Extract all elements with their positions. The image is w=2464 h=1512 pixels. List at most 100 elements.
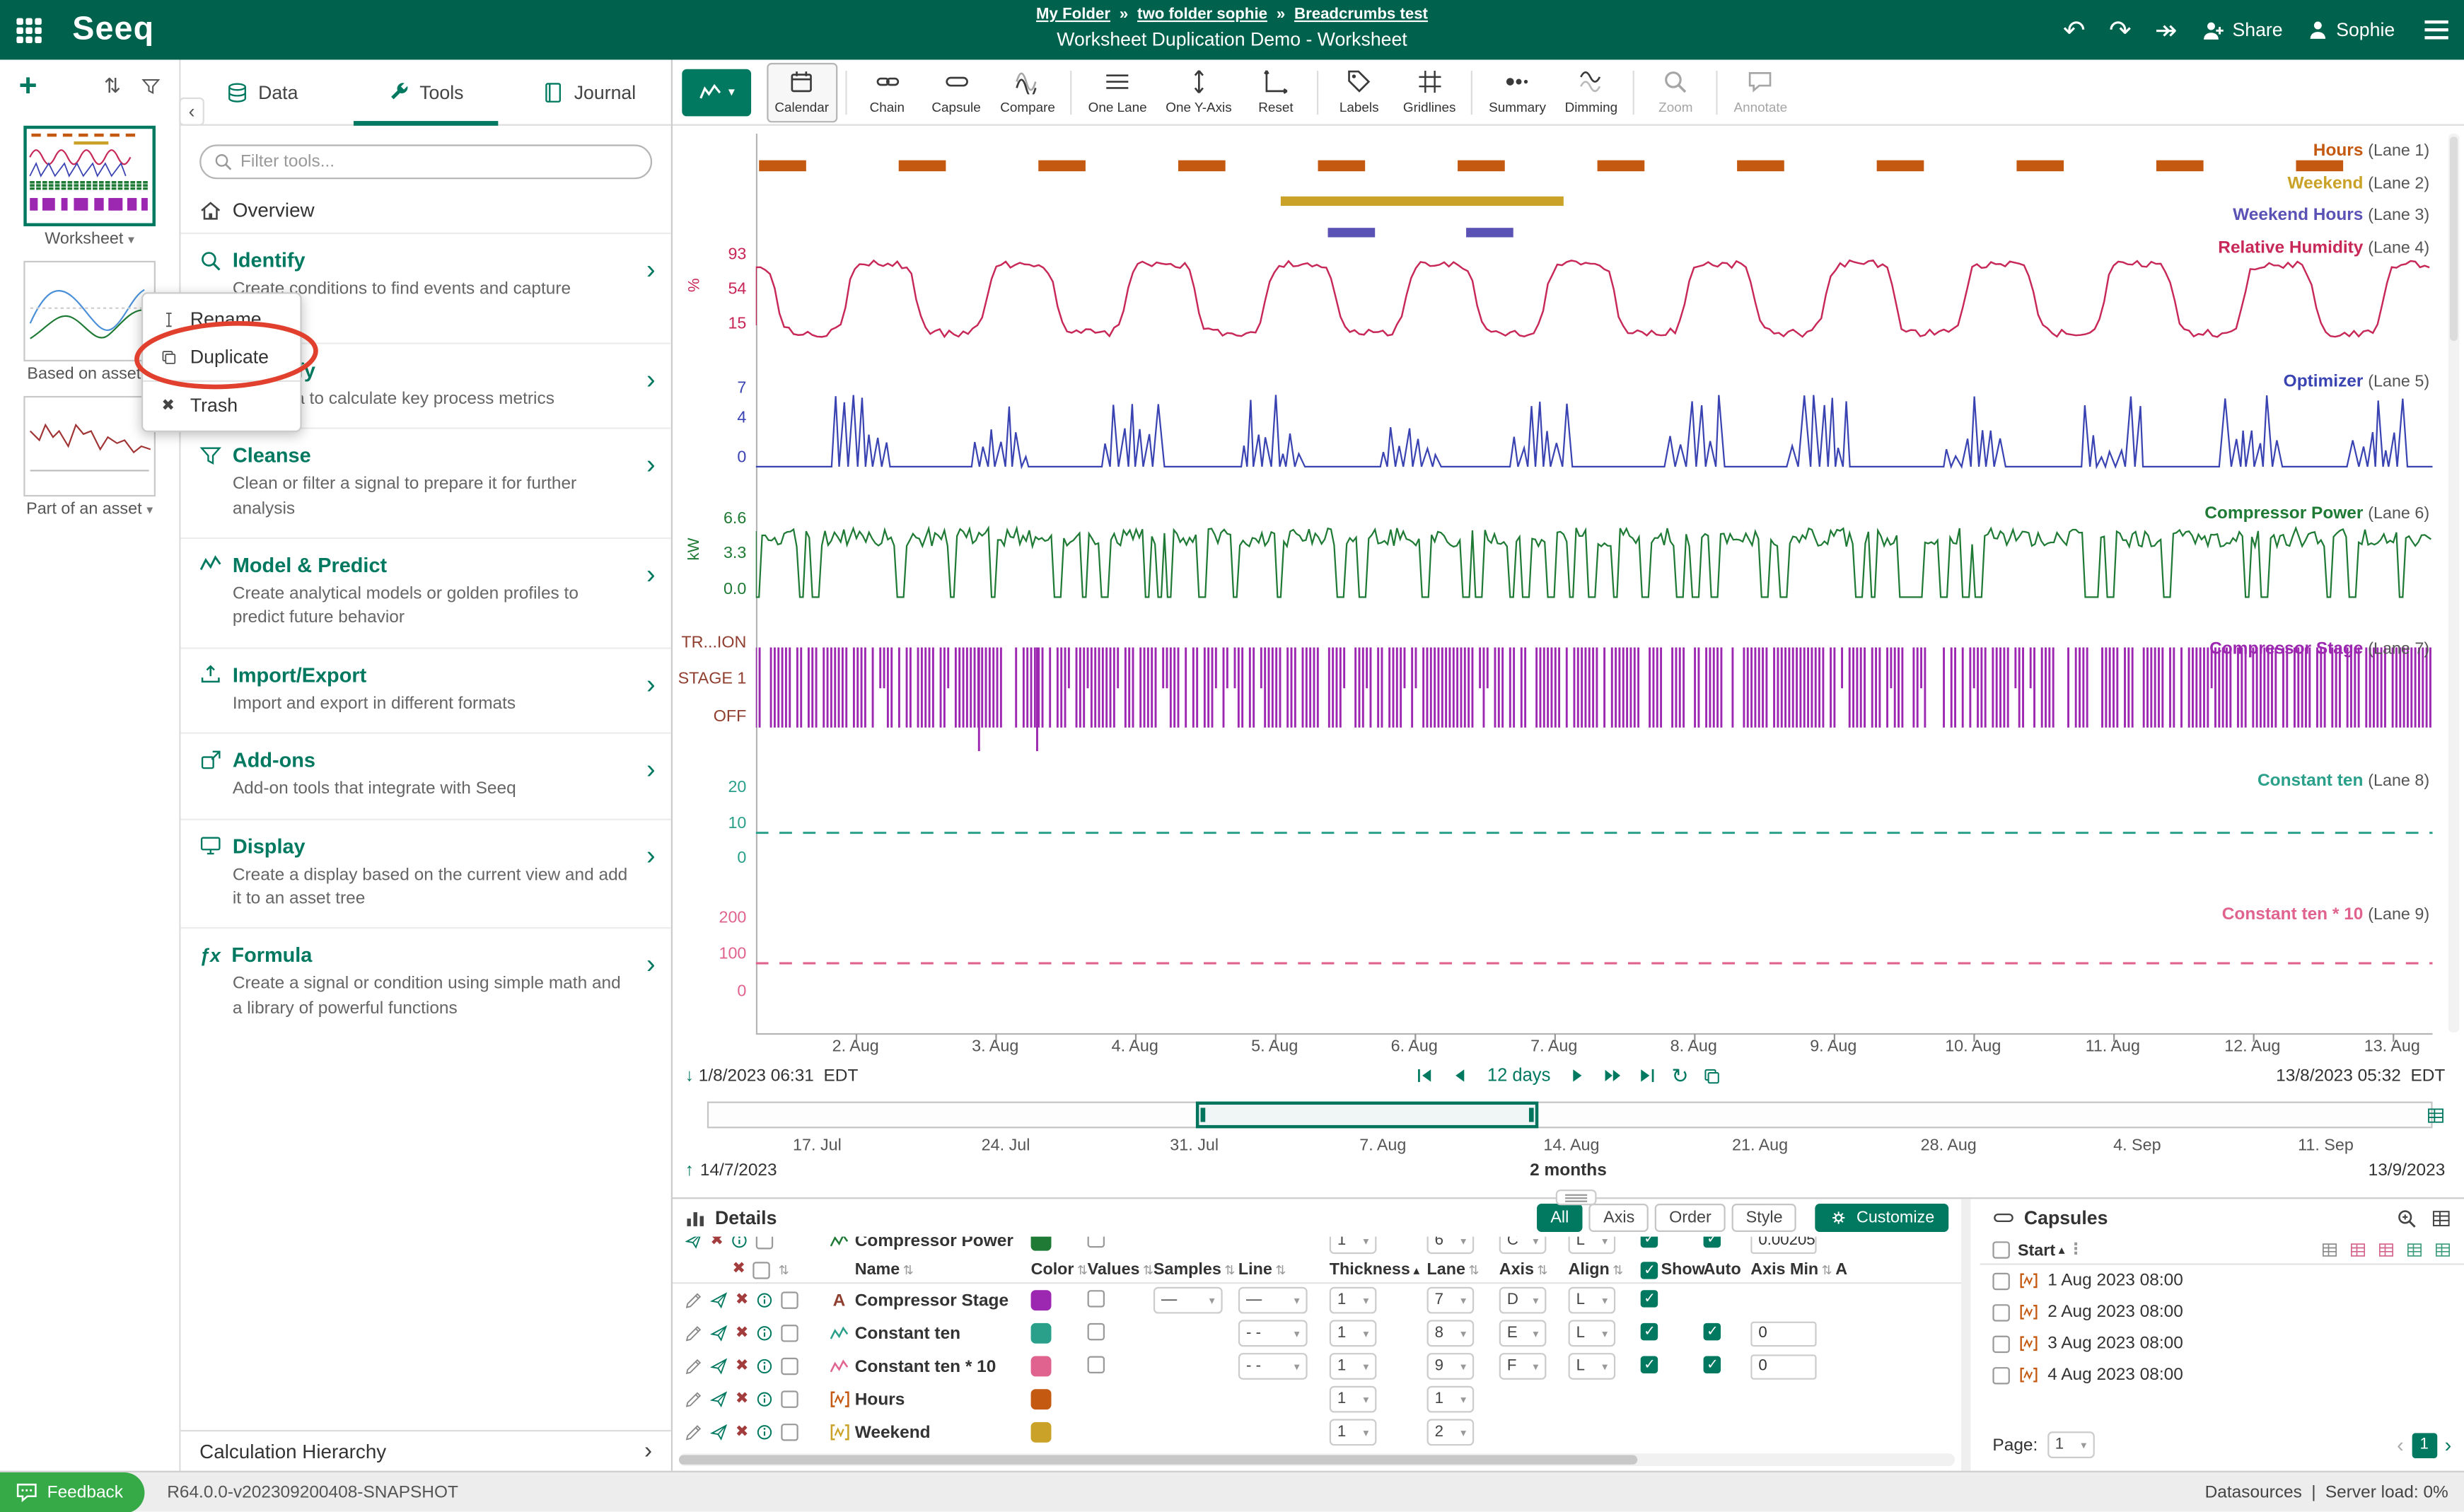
remove-icon[interactable]: ✖ — [736, 1293, 749, 1308]
capsule-row[interactable]: 4 Aug 2023 08:00 — [1980, 1359, 2464, 1390]
lane-label-compressor-power[interactable]: Compressor Power (Lane 6) — [2204, 504, 2429, 523]
copy-range-icon[interactable] — [1703, 1066, 1722, 1086]
column-color[interactable]: Color — [1025, 1260, 1088, 1279]
column-show[interactable]: Show — [1641, 1260, 1704, 1279]
tool-cleanse[interactable]: Cleanse Clean or filter a signal to prep… — [181, 428, 671, 537]
edit-icon[interactable] — [685, 1390, 702, 1407]
values-checkbox[interactable] — [1088, 1237, 1105, 1247]
add-column-icon[interactable] — [2321, 1241, 2338, 1258]
values-checkbox[interactable] — [1088, 1355, 1105, 1372]
lane-label-weekend-hours[interactable]: Weekend Hours (Lane 3) — [2233, 206, 2429, 225]
column-start[interactable]: Start▴⋮ — [2018, 1240, 2084, 1260]
show-checkbox[interactable] — [1641, 1355, 1658, 1372]
item-name[interactable]: Hours — [855, 1390, 1025, 1409]
current-page[interactable]: 1 — [2412, 1432, 2437, 1458]
lane-select[interactable]: 6 — [1427, 1237, 1475, 1254]
item-name[interactable]: Weekend — [855, 1423, 1025, 1442]
thickness-select[interactable]: 1 — [1330, 1237, 1377, 1254]
edit-icon[interactable] — [685, 1325, 702, 1342]
column-menu-icon[interactable]: ⋮ — [2068, 1241, 2084, 1258]
signal-stats-column-icon[interactable] — [2378, 1241, 2395, 1258]
column-line[interactable]: Line — [1238, 1260, 1330, 1279]
info-icon[interactable] — [757, 1424, 774, 1441]
edit-icon[interactable] — [685, 1291, 702, 1308]
lane-label-weekend[interactable]: Weekend (Lane 2) — [2288, 175, 2430, 194]
details-row-constant-ten[interactable]: ✖ Constant ten - - 1 8 E L 0 — [673, 1317, 1961, 1350]
column-axis-min[interactable]: Axis Min — [1750, 1260, 1835, 1279]
lane-select[interactable]: 2 — [1427, 1419, 1475, 1446]
item-name[interactable]: Compressor Power — [855, 1237, 1025, 1250]
selection-handle-left[interactable] — [1201, 1107, 1206, 1122]
select-all-capsules-checkbox[interactable] — [1992, 1241, 2009, 1258]
values-checkbox[interactable] — [1088, 1289, 1105, 1306]
collapse-sidebar-button[interactable]: ‹ — [179, 98, 204, 126]
lane-label-compressor-stage[interactable]: Compressor Stage (Lane 7) — [2209, 639, 2429, 658]
toolbar-zoom-button[interactable]: Zoom — [1643, 62, 1709, 122]
column-axis[interactable]: Axis — [1499, 1260, 1569, 1279]
worksheet-thumbnail-3[interactable] — [23, 396, 156, 496]
capsule-row[interactable]: 2 Aug 2023 08:00 — [1980, 1296, 2464, 1327]
capsule-checkbox[interactable] — [1992, 1335, 2009, 1352]
details-row-constant-ten-x10[interactable]: ✖ Constant ten * 10 - - 1 9 F L 0 — [673, 1350, 1961, 1383]
toolbar-chain-button[interactable]: Chain — [854, 62, 920, 122]
column-auto[interactable]: Auto — [1704, 1260, 1751, 1279]
condition-column-icon[interactable] — [2434, 1241, 2451, 1258]
color-chip[interactable] — [1031, 1389, 1052, 1409]
capsule-checkbox[interactable] — [1992, 1303, 2009, 1320]
info-icon[interactable] — [757, 1358, 774, 1375]
column-lane[interactable]: Lane — [1427, 1260, 1499, 1279]
tool-formula[interactable]: ƒxFormula Create a signal or condition u… — [181, 928, 671, 1037]
range-start[interactable]: ↓ 1/8/2023 06:31 EDT — [685, 1067, 859, 1086]
tool-add-ons[interactable]: Add-ons Add-on tools that integrate with… — [181, 733, 671, 818]
condition-column-icon[interactable] — [2406, 1241, 2423, 1258]
overview-duration[interactable]: 2 months — [1530, 1161, 1607, 1180]
tool-display[interactable]: Display Create a display based on the cu… — [181, 818, 671, 928]
refresh-icon[interactable]: ↻ — [1671, 1065, 1688, 1086]
undo-icon[interactable]: ↶ — [2063, 16, 2086, 43]
view-axis-button[interactable]: Axis — [1589, 1204, 1649, 1232]
toolbar-summary-button[interactable]: Summary — [1481, 62, 1554, 122]
toolbar-annotate-button[interactable]: Annotate — [1726, 62, 1795, 122]
color-chip[interactable] — [1031, 1356, 1052, 1377]
color-chip[interactable] — [1031, 1422, 1052, 1443]
info-icon[interactable] — [731, 1237, 748, 1250]
zoom-capsules-icon[interactable] — [2396, 1208, 2417, 1228]
pin-icon[interactable] — [710, 1325, 727, 1342]
show-all-checkbox[interactable] — [1641, 1261, 1658, 1278]
values-checkbox[interactable] — [1088, 1322, 1105, 1339]
toolbar-reset-button[interactable]: Reset — [1243, 62, 1308, 122]
capsule-checkbox[interactable] — [1992, 1272, 2009, 1289]
range-end[interactable]: 13/8/2023 05:32 EDT — [2276, 1067, 2445, 1086]
pin-icon[interactable] — [710, 1358, 727, 1375]
page-size-select[interactable]: 1 — [2047, 1431, 2095, 1458]
apps-grid-icon[interactable] — [0, 0, 57, 59]
toolbar-one-y-axis-button[interactable]: One Y-Axis — [1158, 62, 1240, 122]
pin-icon[interactable] — [710, 1424, 727, 1441]
worksheet-label-3[interactable]: Part of an asset▾ — [0, 500, 179, 519]
details-row-compressor-power[interactable]: ✖ Compressor Power 1 6 C L 0.00205... — [673, 1237, 1961, 1257]
remove-all-icon[interactable]: ✖ — [732, 1262, 745, 1277]
capsule-checkbox[interactable] — [1992, 1366, 2009, 1383]
auto-checkbox[interactable] — [1704, 1237, 1721, 1247]
toolbar-capsule-button[interactable]: Capsule — [923, 62, 989, 122]
thickness-select[interactable]: 1 — [1330, 1287, 1377, 1314]
align-select[interactable]: L — [1568, 1287, 1615, 1314]
datasources-link[interactable]: Datasources — [2205, 1482, 2302, 1501]
align-select[interactable]: L — [1568, 1320, 1615, 1347]
select-all-checkbox[interactable] — [753, 1261, 770, 1278]
panel-resize-grip[interactable] — [1556, 1190, 1597, 1205]
sort-worksheets-icon[interactable]: ⇅ — [104, 74, 121, 99]
info-icon[interactable] — [757, 1390, 774, 1407]
selection-handle-right[interactable] — [1529, 1107, 1534, 1122]
remove-icon[interactable]: ✖ — [736, 1359, 749, 1374]
pin-icon[interactable] — [710, 1291, 727, 1308]
menu-item-trash[interactable]: ✖Trash — [143, 387, 300, 424]
axis-select[interactable]: F — [1499, 1353, 1547, 1380]
remove-icon[interactable]: ✖ — [736, 1325, 749, 1341]
lane-select[interactable]: 8 — [1427, 1320, 1475, 1347]
samples-select[interactable]: — — [1153, 1287, 1223, 1314]
next-page-icon[interactable]: › — [2445, 1433, 2452, 1456]
column-thickness[interactable]: Thickness▴ — [1330, 1260, 1427, 1279]
pin-icon[interactable] — [710, 1390, 727, 1407]
pin-icon[interactable] — [685, 1237, 702, 1250]
